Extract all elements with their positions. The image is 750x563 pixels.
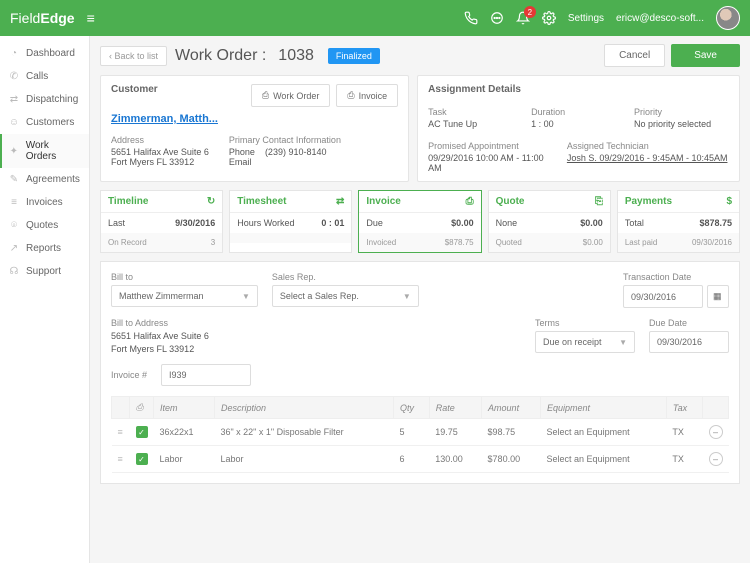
sidebar-item-label: Quotes [26, 220, 58, 231]
customer-name-link[interactable]: Zimmerman, Matth... [111, 113, 218, 125]
sidebar: ◔ Dashboard ✆ Calls ⇄ Dispatching ☺ Customers ✦ W… [0, 36, 90, 563]
nav-icon: ⌾ [8, 220, 20, 231]
sidebar-item-support[interactable]: ☊ Support [0, 260, 89, 283]
sidebar-item-label: Dashboard [26, 48, 75, 59]
sidebar-item-label: Reports [26, 243, 61, 254]
bill-to-select[interactable]: Matthew Zimmerman▼ [111, 285, 258, 307]
hamburger-icon[interactable]: ≡ [87, 10, 95, 26]
nav-icon: ✦ [8, 146, 20, 157]
terms-select[interactable]: Due on receipt▼ [535, 331, 635, 353]
nav-icon: ◔ [8, 48, 20, 59]
invoice-number-input[interactable]: I939 [161, 364, 251, 386]
sidebar-item-label: Agreements [26, 174, 80, 185]
gear-icon[interactable] [542, 11, 556, 25]
print-invoice-button[interactable]: ⎙Invoice [336, 84, 398, 107]
card-icon: ↻ [207, 196, 215, 207]
drag-handle-icon[interactable]: ≡ [118, 454, 123, 464]
card-icon: ⇄ [336, 196, 344, 207]
sidebar-item-label: Invoices [26, 197, 63, 208]
page-title: Work Order : [175, 47, 266, 65]
address-label: Address [111, 135, 209, 145]
chevron-down-icon: ▼ [619, 338, 627, 347]
summary-card-timeline[interactable]: Timeline↻Last9/30/2016On Record3 [100, 190, 223, 253]
printer-icon: ⎙ [136, 402, 143, 412]
print-checkbox[interactable]: ✓ [136, 426, 148, 438]
summary-card-invoice[interactable]: Invoice⎙Due$0.00Invoiced$878.75 [358, 190, 481, 253]
logo: FieldEdge [10, 10, 75, 26]
printer-icon: ⎙ [262, 90, 269, 101]
sidebar-item-label: Customers [26, 117, 74, 128]
transaction-date-input[interactable]: 09/30/2016 [623, 285, 703, 308]
summary-card-payments[interactable]: Payments$Total$878.75Last paid09/30/2016 [617, 190, 740, 253]
bell-icon[interactable]: 2 [516, 11, 530, 25]
sidebar-item-agreements[interactable]: ✎ Agreements [0, 168, 89, 191]
due-date-input[interactable]: 09/30/2016 [649, 331, 729, 353]
calendar-button[interactable]: ▦ [707, 285, 729, 308]
topbar: FieldEdge ≡ 2 Settings ericw@desco-soft.… [0, 0, 750, 36]
nav-icon: ✎ [8, 174, 20, 185]
sidebar-item-customers[interactable]: ☺ Customers [0, 111, 89, 134]
table-row: ≡✓LaborLabor6130.00$780.00Select an Equi… [112, 446, 729, 473]
notification-count: 2 [524, 6, 536, 18]
cancel-button[interactable]: Cancel [604, 44, 665, 67]
drag-handle-icon[interactable]: ≡ [118, 427, 123, 437]
chevron-down-icon: ▼ [242, 292, 250, 301]
sales-rep-select[interactable]: Select a Sales Rep.▼ [272, 285, 419, 307]
back-button[interactable]: ‹ Back to list [100, 46, 167, 66]
user-avatar[interactable] [716, 6, 740, 30]
chat-icon[interactable] [490, 11, 504, 25]
nav-icon: ☺ [8, 117, 20, 128]
summary-card-timesheet[interactable]: Timesheet⇄Hours Worked0 : 01 [229, 190, 352, 253]
phone-icon[interactable] [464, 11, 478, 25]
sidebar-item-quotes[interactable]: ⌾ Quotes [0, 214, 89, 237]
sidebar-item-label: Work Orders [26, 140, 81, 162]
save-button[interactable]: Save [671, 44, 740, 67]
sidebar-item-label: Dispatching [26, 94, 78, 105]
contact-info-label: Primary Contact Information [229, 135, 341, 145]
nav-icon: ≡ [8, 197, 20, 208]
remove-row-button[interactable]: – [709, 425, 723, 439]
assignment-panel: Assignment Details TaskAC Tune Up Durati… [417, 75, 740, 182]
calendar-icon: ▦ [713, 291, 722, 302]
customer-panel: Customer ⎙Work Order ⎙Invoice Zimmerman,… [100, 75, 409, 182]
sidebar-item-invoices[interactable]: ≡ Invoices [0, 191, 89, 214]
assignment-heading: Assignment Details [428, 84, 729, 95]
chevron-down-icon: ▼ [403, 292, 411, 301]
summary-card-quote[interactable]: Quote⎘None$0.00Quoted$0.00 [488, 190, 611, 253]
card-icon: ⎙ [466, 196, 474, 207]
line-items-table: ⎙ Item Description Qty Rate Amount Equip… [111, 396, 729, 473]
work-order-number: 1038 [278, 47, 314, 65]
user-email[interactable]: ericw@desco-soft... [616, 13, 704, 24]
invoice-section: Bill toMatthew Zimmerman▼ Sales Rep.Sele… [100, 261, 740, 484]
print-work-order-button[interactable]: ⎙Work Order [251, 84, 331, 107]
nav-icon: ☊ [8, 266, 20, 277]
sidebar-item-label: Calls [26, 71, 48, 82]
nav-icon: ✆ [8, 71, 20, 82]
sidebar-item-work-orders[interactable]: ✦ Work Orders [0, 134, 89, 168]
sidebar-item-reports[interactable]: ↗ Reports [0, 237, 89, 260]
remove-row-button[interactable]: – [709, 452, 723, 466]
sidebar-item-label: Support [26, 266, 61, 277]
settings-link[interactable]: Settings [568, 13, 604, 24]
sidebar-item-dashboard[interactable]: ◔ Dashboard [0, 42, 89, 65]
status-badge: Finalized [328, 48, 380, 64]
table-row: ≡✓36x22x136" x 22" x 1" Disposable Filte… [112, 419, 729, 446]
print-checkbox[interactable]: ✓ [136, 453, 148, 465]
nav-icon: ⇄ [8, 94, 20, 105]
sidebar-item-calls[interactable]: ✆ Calls [0, 65, 89, 88]
nav-icon: ↗ [8, 243, 20, 254]
card-icon: ⎘ [595, 196, 603, 207]
sidebar-item-dispatching[interactable]: ⇄ Dispatching [0, 88, 89, 111]
printer-icon: ⎙ [347, 90, 354, 101]
main-content: ‹ Back to list Work Order : 1038 Finaliz… [90, 36, 750, 563]
customer-heading: Customer [111, 84, 158, 95]
assigned-technician-link[interactable]: Josh S. 09/29/2016 - 9:45AM - 10:45AM [567, 153, 728, 163]
card-icon: $ [726, 196, 732, 207]
